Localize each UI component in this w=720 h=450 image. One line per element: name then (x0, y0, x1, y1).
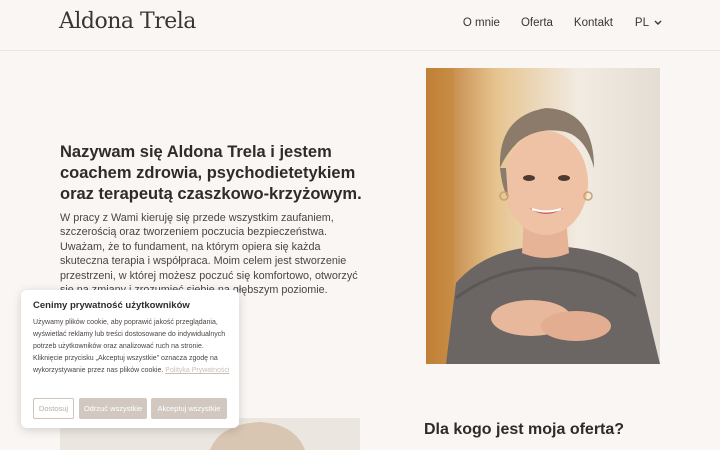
hero-title: Nazywam się Aldona Trela i jestem coache… (60, 143, 362, 203)
main-nav: O mnie Oferta Kontakt PL (442, 17, 662, 29)
customize-button[interactable]: Dostosuj (33, 398, 74, 419)
language-switcher[interactable]: PL (635, 17, 662, 29)
site-logo[interactable]: Aldona Trela (59, 9, 196, 34)
chevron-down-icon (654, 20, 662, 25)
nav-link-contact[interactable]: Kontakt (574, 17, 613, 29)
nav-link-offer[interactable]: Oferta (521, 17, 553, 29)
nav-link-about[interactable]: O mnie (463, 17, 500, 29)
cookie-text: Używamy plików cookie, aby poprawić jako… (33, 319, 226, 374)
site-header: Aldona Trela O mnie Oferta Kontakt PL (0, 0, 720, 51)
cookie-title: Cenimy prywatność użytkowników (33, 300, 190, 311)
accept-all-button[interactable]: Akceptuj wszystkie (151, 398, 227, 419)
hero-description: W pracy z Wami kieruję się przede wszyst… (60, 212, 358, 297)
language-label: PL (634, 17, 649, 29)
privacy-policy-link[interactable]: Polityka Prywatności (165, 367, 229, 374)
portrait-photo (426, 68, 660, 364)
cookie-consent-panel: Cenimy prywatność użytkowników Używamy p… (21, 290, 239, 428)
section-title: Dla kogo jest moja oferta? (424, 421, 625, 438)
reject-all-button[interactable]: Odrzuć wszystkie (79, 398, 147, 419)
cookie-description: Używamy plików cookie, aby poprawić jako… (33, 317, 231, 377)
